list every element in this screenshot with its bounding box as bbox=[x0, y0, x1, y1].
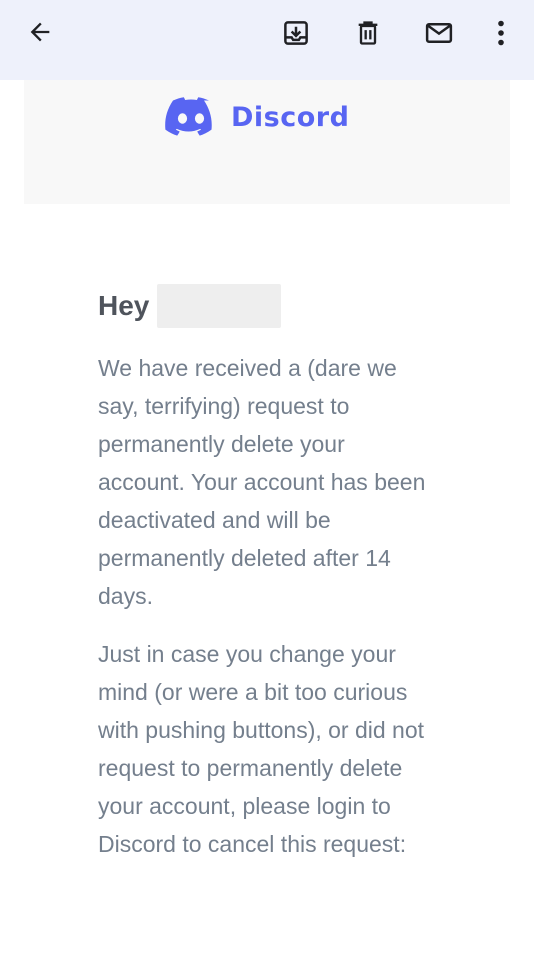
arrow-back-icon bbox=[30, 22, 50, 42]
body-paragraph-1: We have received a (dare we say, terrify… bbox=[98, 355, 426, 609]
mark-unread-button[interactable] bbox=[419, 13, 459, 53]
discord-logo: Discord bbox=[165, 97, 349, 137]
redacted-username bbox=[157, 284, 282, 328]
body-paragraph-2: Just in case you change your mind (or we… bbox=[98, 641, 425, 857]
app-toolbar bbox=[0, 0, 534, 80]
more-vert-icon bbox=[498, 20, 504, 46]
archive-icon bbox=[284, 21, 308, 45]
delete-button[interactable] bbox=[348, 13, 388, 53]
discord-logo-icon bbox=[165, 97, 212, 136]
more-options-button[interactable] bbox=[481, 13, 521, 53]
archive-button[interactable] bbox=[276, 13, 316, 53]
back-button[interactable] bbox=[20, 12, 60, 52]
trash-icon bbox=[358, 21, 378, 45]
mail-icon bbox=[425, 23, 453, 43]
brand-name: Discord bbox=[231, 101, 350, 133]
greeting: Hey bbox=[98, 284, 282, 328]
greeting-text: Hey bbox=[98, 290, 150, 321]
